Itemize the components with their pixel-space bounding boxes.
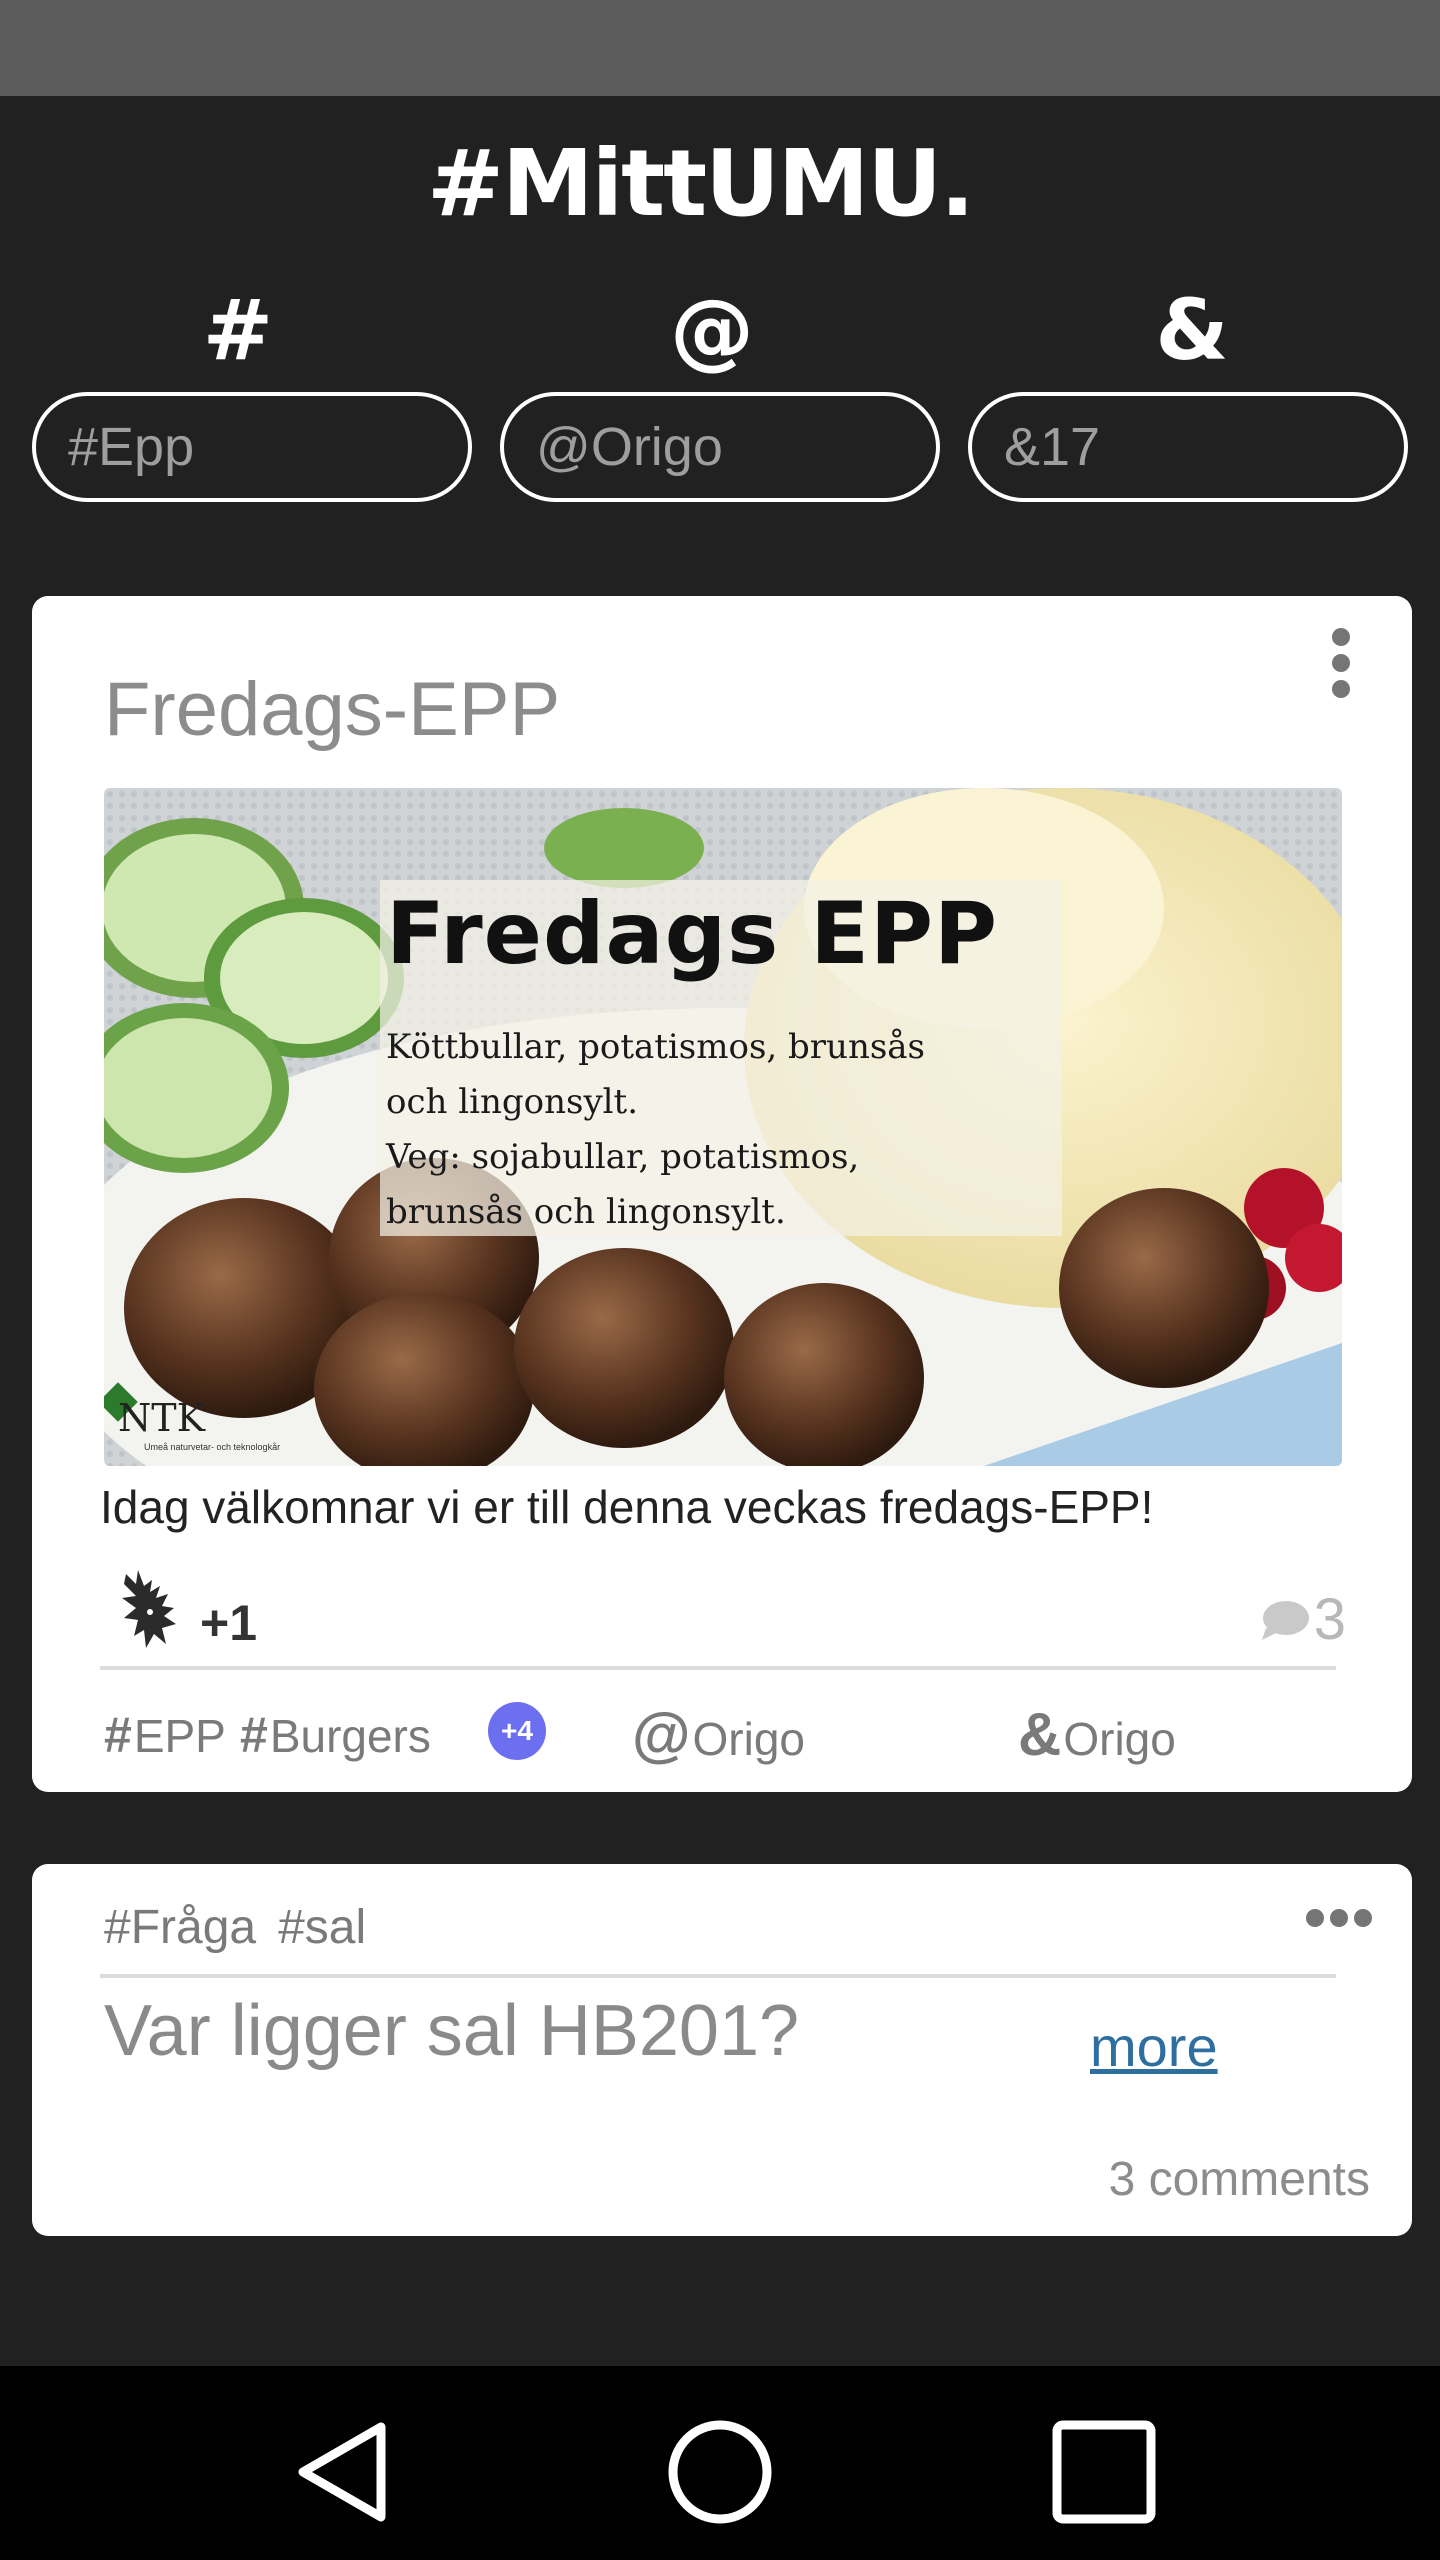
group-filter-label: &: [1155, 281, 1229, 379]
navigation-bar: [0, 2366, 1440, 2560]
comment-bubble-icon: [1261, 1600, 1309, 1640]
mention-filter-input[interactable]: @Origo: [500, 392, 940, 502]
group-chip[interactable]: & Origo: [1018, 1700, 1176, 1769]
mention-filter-label: @: [670, 281, 754, 379]
hashtag-chip[interactable]: # Burgers: [240, 1706, 431, 1764]
hashtag-filter-input[interactable]: #Epp: [32, 392, 472, 502]
question-tags: #Fråga #sal: [104, 1900, 388, 1955]
image-text-line-2: och lingonsylt.: [386, 1082, 638, 1122]
reaction-count: +1: [200, 1595, 258, 1651]
back-icon[interactable]: [284, 2412, 404, 2532]
hashtag-filter-label: #: [202, 281, 274, 379]
moose-reaction-icon[interactable]: [116, 1562, 188, 1652]
post-description: Idag välkomnar vi er till denna veckas f…: [100, 1481, 1154, 1533]
post-tag-row: # EPP # Burgers +4 @ Origo & Origo: [104, 1701, 1372, 1776]
post-divider: [100, 1666, 1336, 1670]
image-text-line-3: Veg: sojabullar, potatismos,: [386, 1137, 860, 1177]
more-options-icon[interactable]: [1326, 628, 1356, 698]
comment-count[interactable]: 3: [1258, 1586, 1346, 1653]
question-tag[interactable]: #Fråga: [104, 1901, 256, 1954]
home-icon[interactable]: [660, 2412, 780, 2532]
question-card[interactable]: #Fråga #sal Var ligger sal HB201? more 3 …: [32, 1864, 1412, 2236]
image-headline: Fredags EPP: [386, 884, 999, 984]
mention-chip[interactable]: @ Origo: [632, 1700, 805, 1769]
app-title: #MittUMU.: [426, 130, 975, 237]
question-tag[interactable]: #sal: [278, 1901, 366, 1954]
question-divider: [100, 1974, 1336, 1978]
group-filter-input[interactable]: &17: [968, 392, 1408, 502]
image-text-line-1: Köttbullar, potatismos, brunsås: [386, 1027, 926, 1067]
comment-count-value: 3: [1313, 1587, 1346, 1652]
more-options-icon[interactable]: [1306, 1908, 1372, 1928]
question-title: Var ligger sal HB201?: [104, 1991, 800, 2071]
post-image[interactable]: Fredags EPP Köttbullar, potatismos, brun…: [104, 788, 1342, 1466]
status-bar: [0, 0, 1440, 96]
post-title: Fredags-EPP: [104, 667, 561, 752]
more-link[interactable]: more: [1090, 2014, 1218, 2079]
post-card[interactable]: Fredags-EPP Fredags EPP Köttbullar, pota…: [32, 596, 1412, 1792]
hashtag-chip[interactable]: # EPP: [104, 1706, 226, 1764]
image-text-line-4: brunsås och lingonsylt.: [386, 1192, 786, 1232]
question-comments-link[interactable]: 3 comments: [1109, 2152, 1370, 2207]
more-tags-badge[interactable]: +4: [488, 1702, 546, 1760]
recents-icon[interactable]: [1044, 2412, 1164, 2532]
ntk-logo: NTK Umeå naturvetar- och teknologkår: [104, 1382, 304, 1458]
